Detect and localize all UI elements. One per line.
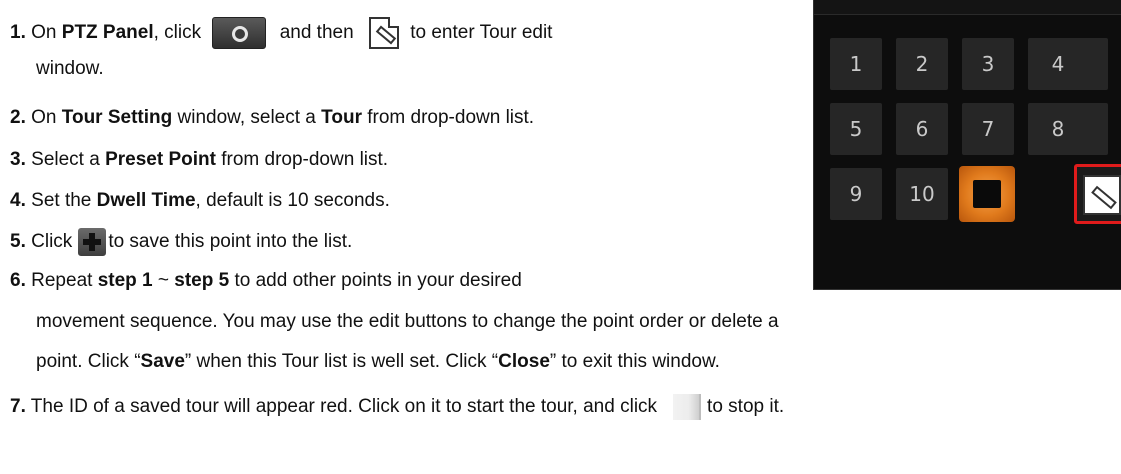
preset-button-6[interactable]: 6	[896, 103, 948, 155]
ptz-panel-header	[814, 0, 1121, 15]
preset-button-1[interactable]: 1	[830, 38, 882, 90]
step-6-cont2: point. Click “Save” when this Tour list …	[36, 351, 720, 372]
step-6: 6. Repeat step 1 ~ step 5 to add other p…	[10, 270, 522, 291]
preset-button-3[interactable]: 3	[962, 38, 1014, 90]
preset-button-8[interactable]: 8	[1028, 103, 1108, 155]
step-2: 2. On Tour Setting window, select a Tour…	[10, 107, 535, 128]
preset-button-10[interactable]: 10	[896, 168, 948, 220]
preset-button-4[interactable]: 4	[1028, 38, 1108, 90]
step-7: 7. The ID of a saved tour will appear re…	[10, 394, 784, 420]
step-1-cont: window.	[36, 58, 104, 79]
step-6-cont: movement sequence. You may use the edit …	[36, 311, 779, 332]
add-icon	[78, 228, 107, 256]
preset-button-5[interactable]: 5	[830, 103, 882, 155]
step-1: 1. On PTZ Panel, click and then to enter…	[10, 17, 552, 49]
gear-icon	[212, 17, 267, 49]
preset-button-9[interactable]: 9	[830, 168, 882, 220]
edit-icon	[368, 17, 399, 49]
step-5: 5. Click to save this point into the list…	[10, 228, 352, 256]
preset-button-7[interactable]: 7	[962, 103, 1014, 155]
step-3: 3. Select a Preset Point from drop-down …	[10, 149, 389, 170]
stop-icon	[673, 394, 702, 420]
tour-edit-button[interactable]	[1074, 164, 1121, 224]
preset-button-2[interactable]: 2	[896, 38, 948, 90]
step-4: 4. Set the Dwell Time, default is 10 sec…	[10, 190, 390, 211]
ptz-panel: 1 2 3 4 5 6 7 8 9 10	[813, 0, 1121, 290]
edit-icon	[1083, 175, 1121, 215]
stop-tour-button[interactable]	[959, 166, 1015, 222]
